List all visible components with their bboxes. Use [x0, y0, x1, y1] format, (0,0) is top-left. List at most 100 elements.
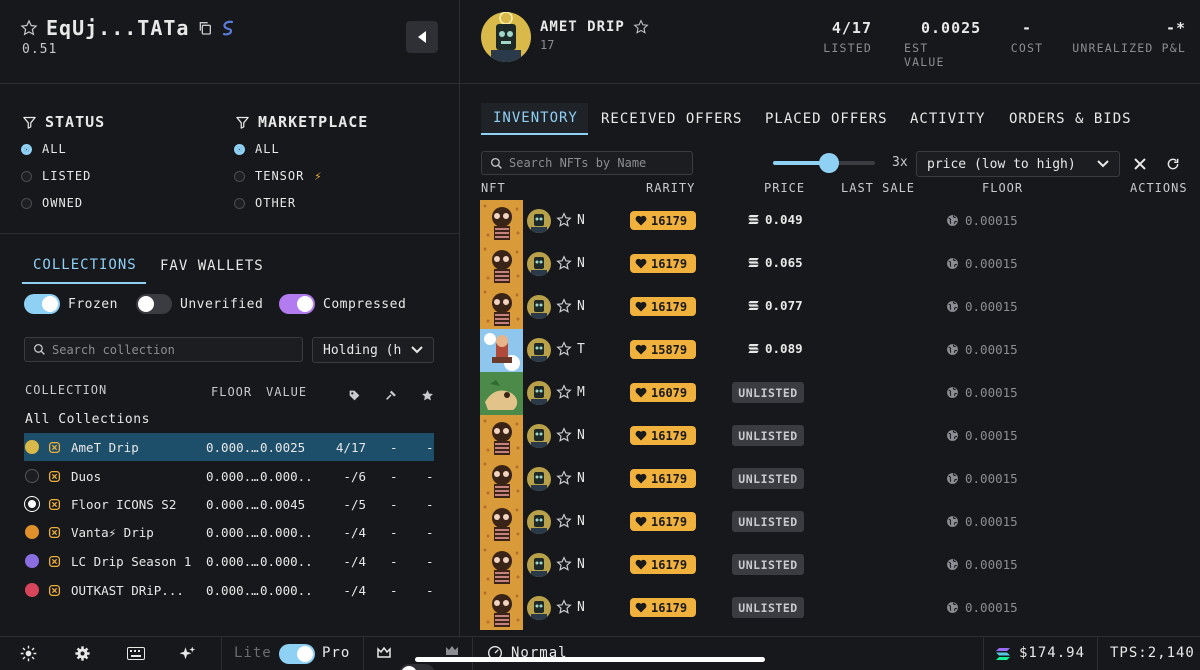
- collection-avatar: [25, 440, 39, 454]
- nft-floor: 0.00015: [946, 428, 1018, 443]
- frozen-toggle[interactable]: [24, 294, 60, 314]
- favorite-star-icon[interactable]: [556, 599, 572, 615]
- collection-mini-avatar: [527, 424, 551, 448]
- refresh-icon[interactable]: [1166, 157, 1180, 171]
- sparkle-icon[interactable]: [178, 645, 196, 663]
- rarity-badge: 16079: [630, 383, 696, 402]
- compressed-toggle[interactable]: [279, 294, 315, 314]
- zoom-slider-handle[interactable]: [819, 153, 840, 173]
- nft-floor: 0.00015: [946, 213, 1018, 228]
- nft-thumbnail[interactable]: [480, 587, 523, 630]
- marketplace-option-other[interactable]: OTHER: [234, 194, 323, 212]
- nft-price: 0.077: [748, 298, 803, 313]
- favorite-star-icon[interactable]: [556, 427, 572, 443]
- marketplace-option-all[interactable]: ALL: [234, 140, 323, 158]
- nft-row[interactable]: T 15879 0.089 0.00015: [480, 329, 1200, 372]
- nft-thumbnail[interactable]: [480, 458, 523, 501]
- keyboard-icon[interactable]: [127, 647, 145, 660]
- collection-row[interactable]: Floor ICONS S2 0.000... 0.0045 -/5 - -: [24, 490, 434, 518]
- star-filled-icon[interactable]: [421, 389, 434, 402]
- heart-icon: [635, 602, 647, 613]
- collection-sort-select[interactable]: Holding (h: [312, 337, 434, 363]
- unverified-toggle[interactable]: [136, 294, 172, 314]
- nft-row[interactable]: N 16179 UNLISTED 0.00015: [480, 501, 1200, 544]
- collection-mini-avatar: [527, 252, 551, 276]
- nft-thumbnail[interactable]: [480, 329, 523, 372]
- col-header-floor[interactable]: FLOOR: [211, 385, 252, 399]
- home-indicator: [415, 657, 765, 662]
- status-option-owned[interactable]: OWNED: [21, 194, 91, 212]
- nft-row[interactable]: N 16179 UNLISTED 0.00015: [480, 458, 1200, 501]
- nft-thumbnail[interactable]: [480, 501, 523, 544]
- collapse-panel-button[interactable]: [406, 21, 438, 53]
- lite-pro-toggle[interactable]: [279, 644, 315, 664]
- collection-row[interactable]: Duos 0.000... 0.000... -/6 - -: [24, 462, 434, 490]
- nft-thumbnail[interactable]: [480, 544, 523, 587]
- solana-swirl-icon[interactable]: [221, 20, 235, 36]
- pro-label: Pro: [322, 645, 351, 661]
- nft-header-actions[interactable]: ACTIONS: [1130, 181, 1188, 195]
- nft-row[interactable]: N 16179 0.065 0.00015: [480, 243, 1200, 286]
- favorite-star-icon[interactable]: [556, 513, 572, 529]
- gear-icon[interactable]: [74, 645, 91, 662]
- tab-collections[interactable]: COLLECTIONS: [33, 257, 137, 273]
- collection-row[interactable]: Vanta⚡ Drip 0.000... 0.000... -/4 - -: [24, 518, 434, 546]
- favorite-star-icon[interactable]: [556, 556, 572, 572]
- nft-header-floor[interactable]: FLOOR: [982, 181, 1023, 195]
- rarity-badge: 16179: [630, 512, 696, 531]
- nft-name: N: [577, 256, 585, 271]
- nft-search-input[interactable]: Search NFTs by Name: [481, 151, 693, 175]
- nft-row[interactable]: N 16179 UNLISTED 0.00015: [480, 544, 1200, 587]
- nft-header-last-sale[interactable]: LAST SALE: [841, 181, 915, 195]
- status-options: ALL LISTED OWNED: [21, 140, 91, 212]
- favorite-star-icon[interactable]: [556, 384, 572, 400]
- copy-icon[interactable]: [197, 20, 213, 36]
- collection-row[interactable]: LC Drip Season 1 0.000... 0.000... -/4 -…: [24, 547, 434, 575]
- favorite-star-icon[interactable]: [556, 298, 572, 314]
- nft-thumbnail[interactable]: [480, 415, 523, 458]
- nft-row[interactable]: N 16179 0.077 0.00015: [480, 286, 1200, 329]
- nft-header-rarity[interactable]: RARITY: [646, 181, 695, 195]
- collection-search-input[interactable]: Search collection: [24, 337, 303, 362]
- sun-icon[interactable]: [20, 645, 37, 662]
- favorite-star-icon[interactable]: [556, 255, 572, 271]
- collection-row[interactable]: AmeT Drip 0.000... 0.0025 4/17 - -: [24, 433, 434, 461]
- collection-row[interactable]: OUTKAST DRiP... 0.000... 0.000... -/4 - …: [24, 576, 434, 604]
- nft-thumbnail[interactable]: [480, 286, 523, 329]
- nft-row[interactable]: N 16179 UNLISTED 0.00015: [480, 415, 1200, 458]
- tab-received-offers[interactable]: RECEIVED OFFERS: [601, 111, 742, 127]
- nft-thumbnail[interactable]: [480, 200, 523, 243]
- nft-header-nft[interactable]: NFT: [481, 181, 506, 195]
- nft-sort-select[interactable]: price (low to high): [916, 151, 1120, 177]
- nft-row[interactable]: N 16179 0.049 0.00015: [480, 200, 1200, 243]
- all-collections-row[interactable]: All Collections: [25, 412, 150, 427]
- tab-inventory[interactable]: INVENTORY: [493, 110, 578, 126]
- status-option-all[interactable]: ALL: [21, 140, 91, 158]
- col-header-value[interactable]: VALUE: [266, 385, 307, 399]
- zoom-slider[interactable]: [773, 153, 875, 173]
- heart-icon: [635, 344, 647, 355]
- unlisted-badge: UNLISTED: [732, 554, 804, 575]
- nft-thumbnail[interactable]: [480, 372, 523, 415]
- favorite-star-icon[interactable]: [556, 341, 572, 357]
- favorite-star-icon[interactable]: [556, 212, 572, 228]
- favorite-star-icon[interactable]: [633, 19, 649, 35]
- gavel-icon[interactable]: [385, 389, 398, 402]
- tab-activity[interactable]: ACTIVITY: [910, 111, 985, 127]
- marketplace-option-tensor[interactable]: TENSOR ⚡: [234, 167, 323, 185]
- nft-header-price[interactable]: PRICE: [764, 181, 805, 195]
- close-icon[interactable]: [1133, 157, 1147, 171]
- col-header-collection[interactable]: COLLECTION: [25, 383, 107, 397]
- nft-row[interactable]: N 16179 UNLISTED 0.00015: [480, 587, 1200, 630]
- nft-thumbnail[interactable]: [480, 243, 523, 286]
- crown-mode-toggle[interactable]: [399, 664, 435, 670]
- favorite-star-icon[interactable]: [556, 470, 572, 486]
- favorite-star-icon[interactable]: [20, 19, 38, 37]
- tab-placed-offers[interactable]: PLACED OFFERS: [765, 111, 888, 127]
- tab-orders-bids[interactable]: ORDERS & BIDS: [1009, 111, 1132, 127]
- status-option-listed[interactable]: LISTED: [21, 167, 91, 185]
- globe-icon: [946, 300, 959, 313]
- tag-icon[interactable]: [348, 389, 361, 402]
- nft-row[interactable]: M 16079 UNLISTED 0.00015: [480, 372, 1200, 415]
- tab-fav-wallets[interactable]: FAV WALLETS: [160, 258, 264, 274]
